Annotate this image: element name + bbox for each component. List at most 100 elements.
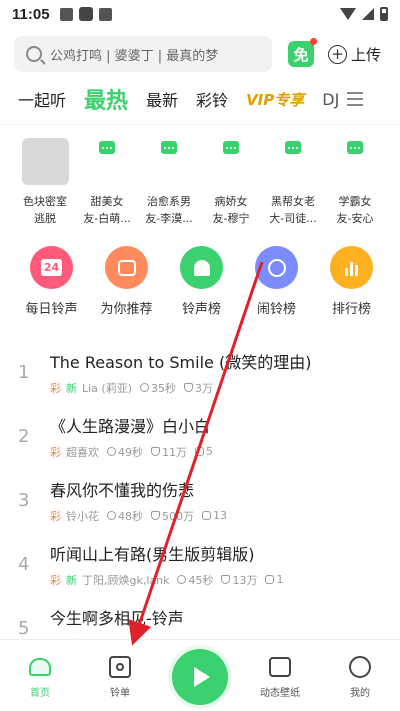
tab-hottest[interactable]: 最热 — [84, 83, 128, 115]
notification-icons — [59, 7, 112, 21]
song-duration: 45秒 — [188, 573, 214, 587]
nav-home[interactable]: 首页 — [0, 654, 80, 699]
song-meta: 彩 新 丁阳,顾焕gk,lank 45秒 13万 1 — [50, 572, 400, 588]
artist-item[interactable]: 甜美女 友-白萌... — [76, 138, 138, 230]
song-artist: Lia (莉亚) — [82, 381, 133, 395]
feature-daily-ringtone[interactable]: 24 每日铃声 — [14, 246, 89, 322]
nav-label: 首页 — [30, 688, 50, 699]
free-button[interactable]: 免 — [288, 38, 317, 67]
nav-label: 我的 — [350, 688, 370, 699]
upload-button[interactable]: + 上传 — [328, 44, 381, 65]
song-list: 1 The Reason to Smile (微笑的理由) 彩 新 Lia (莉… — [0, 340, 400, 660]
new-tag: 新 — [66, 573, 77, 587]
feature-label: 闹铃榜 — [256, 302, 296, 317]
search-placeholder: 公鸡打鸣 | 婆婆丁 | 最真的梦 — [50, 48, 219, 64]
feature-ranking[interactable]: 排行榜 — [314, 246, 389, 322]
status-time: 11:05 — [12, 5, 50, 23]
list-item[interactable]: 3 春风你不懂我的伤悲 彩 铃小花 48秒 500万 13 — [0, 468, 400, 532]
clock-icon — [107, 511, 116, 520]
search-row: 公鸡打鸣 | 婆婆丁 | 最真的梦 免 + 上传 — [14, 36, 388, 72]
artist-row: 色块密室 逃脱 甜美女 友-白萌... 治愈系男 友-李漠... 病娇女 友-穆宁 黑帮… — [14, 138, 400, 230]
feature-alarm-chart[interactable]: 闹铃榜 — [239, 246, 314, 322]
clock-icon — [177, 575, 187, 584]
upload-label: 上传 — [351, 45, 382, 64]
song-duration: 49秒 — [118, 445, 143, 459]
system-icons — [340, 7, 388, 21]
list-item[interactable]: 2 《人生路漫漫》白小白 彩 超喜欢 49秒 11万 5 — [0, 404, 400, 468]
artist-thumbnail — [332, 138, 379, 185]
song-title: 今生啊多相见-铃声 — [50, 608, 184, 628]
song-index: 4 — [18, 553, 30, 575]
like-icon — [151, 447, 160, 456]
artist-item[interactable]: 色块密室 逃脱 — [14, 138, 76, 230]
color-ring-tag: 彩 — [50, 381, 61, 395]
search-input[interactable]: 公鸡打鸣 | 婆婆丁 | 最真的梦 — [14, 36, 272, 72]
menu-icon[interactable] — [347, 92, 364, 106]
feature-ringtone-chart[interactable]: 铃声榜 — [164, 246, 239, 322]
song-title: 听闻山上有路(男生版剪辑版) — [50, 544, 255, 564]
artist-name: 治愈系男 友-李漠... — [145, 195, 193, 225]
artist-thumbnail — [146, 138, 193, 185]
playlist-icon — [107, 654, 133, 680]
calendar-badge: 24 — [40, 259, 63, 276]
artist-item[interactable]: 病娇女 友-穆宁 — [200, 138, 262, 230]
song-index: 5 — [18, 617, 30, 639]
like-icon — [151, 511, 160, 520]
nav-label: 动态壁纸 — [260, 688, 300, 699]
feature-label: 每日铃声 — [25, 302, 78, 317]
plus-icon: + — [328, 44, 347, 64]
profile-icon — [347, 654, 373, 680]
song-title: 《人生路漫漫》白小白 — [50, 416, 211, 436]
play-button[interactable] — [172, 649, 228, 705]
notification-dot — [310, 38, 317, 45]
tab-vip[interactable]: VIP专享 — [246, 89, 304, 110]
message-icon — [161, 141, 177, 154]
recommend-icon — [105, 246, 148, 289]
image-notification-icon — [59, 7, 73, 21]
message-icon — [347, 141, 363, 154]
comment-icon — [265, 575, 275, 584]
artist-thumbnail — [208, 138, 255, 185]
nav-live-wallpaper[interactable]: 动态壁纸 — [240, 654, 320, 699]
search-icon — [26, 46, 42, 62]
artist-name: 黑帮女老 大-司徒... — [269, 195, 317, 225]
tab-newest[interactable]: 最新 — [146, 87, 178, 111]
tab-together[interactable]: 一起听 — [18, 87, 66, 111]
artist-item[interactable]: 黑帮女老 大-司徒... — [262, 138, 324, 230]
list-item[interactable]: 4 听闻山上有路(男生版剪辑版) 彩 新 丁阳,顾焕gk,lank 45秒 13… — [0, 532, 400, 596]
list-item[interactable]: 1 The Reason to Smile (微笑的理由) 彩 新 Lia (莉… — [0, 340, 400, 404]
song-index: 2 — [18, 425, 30, 447]
tab-dj[interactable]: DJ — [322, 90, 339, 109]
category-tabs: 一起听 最热 最新 彩铃 VIP专享 DJ — [18, 84, 390, 114]
artist-item[interactable]: 治愈系男 友-李漠... — [138, 138, 200, 230]
artist-item[interactable]: 超友 — [386, 138, 400, 230]
nav-label: 铃单 — [110, 688, 130, 699]
song-comments: 5 — [206, 445, 213, 458]
song-index: 3 — [18, 489, 30, 511]
comment-icon — [202, 511, 211, 520]
song-meta: 彩 铃小花 48秒 500万 13 — [50, 508, 400, 524]
artist-item[interactable]: 学霸女 友-安心 — [324, 138, 386, 230]
feature-recommend[interactable]: 为你推荐 — [89, 246, 164, 322]
color-ring-tag: 彩 — [50, 573, 61, 587]
song-title: 春风你不懂我的伤悲 — [50, 480, 195, 500]
tab-color-ring[interactable]: 彩铃 — [196, 87, 228, 111]
clock-icon — [107, 447, 116, 456]
artist-thumbnail — [21, 138, 69, 185]
color-ring-tag: 彩 — [50, 509, 61, 523]
nav-mine[interactable]: 我的 — [320, 654, 400, 699]
song-likes: 3万 — [195, 381, 214, 395]
song-comments: 1 — [276, 573, 284, 586]
song-likes: 11万 — [162, 445, 187, 459]
divider — [0, 124, 400, 125]
bell-icon — [180, 246, 223, 289]
calendar-icon: 24 — [30, 246, 73, 289]
artist-thumbnail — [84, 138, 131, 185]
text-notification-icon — [98, 7, 112, 21]
song-title: The Reason to Smile (微笑的理由) — [50, 352, 312, 372]
play-icon — [194, 667, 210, 687]
song-meta: 彩 新 Lia (莉亚) 35秒 3万 — [50, 380, 400, 396]
signal-icon — [362, 8, 374, 20]
comment-icon — [195, 447, 204, 456]
nav-ringtone-list[interactable]: 铃单 — [80, 654, 160, 699]
